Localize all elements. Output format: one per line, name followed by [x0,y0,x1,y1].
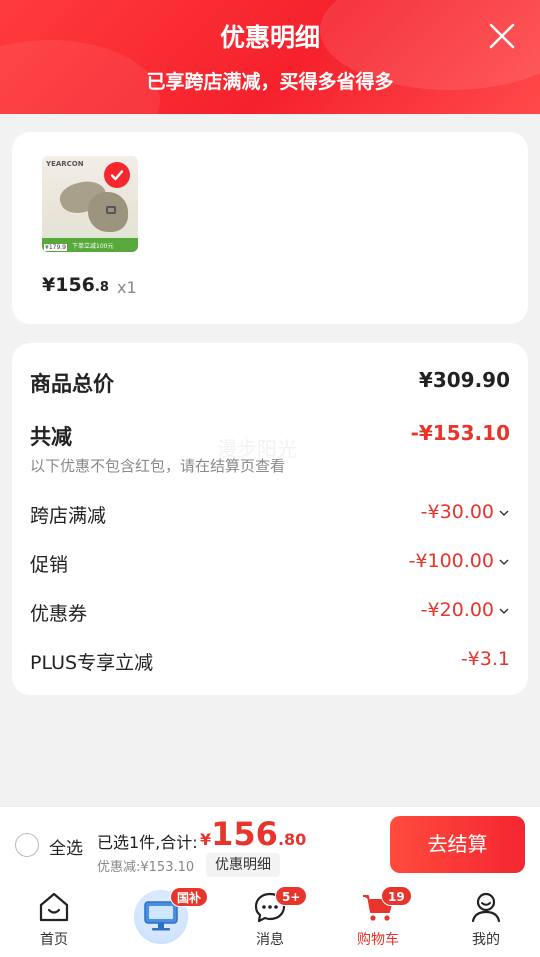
tab-gov-subsidy[interactable]: 国补 [116,882,216,957]
tab-label: 我的 [472,932,500,948]
image-price-tag: ¥179.9 [44,244,67,251]
discount-row-plus: PLUS专享立减 -¥3.1 [30,648,510,674]
tab-profile[interactable]: 我的 [441,882,531,957]
discount-value: -¥3.1 [460,648,510,670]
product-card: YEARCON 下单立减100元 ¥179.9 ¥156.8 x1 [12,132,528,324]
discount-value: -¥30.00 [421,501,510,523]
total-reduction-label: 共减 [30,425,72,449]
discount-label: 促销 [30,554,69,576]
total-reduction-value: -¥153.10 [410,421,510,445]
check-icon [110,170,124,181]
total-price-value: ¥309.90 [418,368,510,392]
total-price-row: 商品总价 ¥309.90 [30,368,510,396]
discount-value: -¥20.00 [421,599,510,621]
profile-icon [471,892,501,923]
page-title: 优惠明细 [219,23,320,52]
discount-label: PLUS专享立减 [30,652,154,674]
item-price-int: ¥156 [42,274,95,296]
checkout-bar: 全选 已选1件,合计: ¥156.80 优惠减:¥153.10 优惠明细 去结算 [0,806,540,882]
discount-detail-button[interactable]: 优惠明细 [206,853,280,877]
discount-amount: -¥100.00 [408,550,494,572]
select-all-radio[interactable] [15,833,39,857]
tab-messages[interactable]: 5+ 消息 [225,882,315,957]
discount-value: -¥100.00 [409,550,510,572]
total-amount: ¥156.80 [200,815,306,853]
discount-detail-header: 优惠明细 已享跨店满减，买得多省得多 [0,0,540,114]
tab-label: 消息 [256,932,284,948]
selected-check-badge[interactable] [104,162,130,188]
select-all-label[interactable]: 全选 [49,834,83,859]
cart-badge: 19 [381,886,412,906]
total-price-label: 商品总价 [30,372,114,396]
discount-row-cross-store[interactable]: 跨店满减 -¥30.00 [30,501,510,527]
discount-label: 优惠券 [30,603,88,625]
total-int: 156 [211,815,278,853]
tab-label: 首页 [40,932,68,948]
discount-amount: -¥30.00 [420,501,494,523]
close-icon [489,23,515,49]
total-reduction-row: 共减 -¥153.10 [30,421,510,449]
chevron-down-icon [499,608,509,614]
tab-label: 购物车 [357,932,399,948]
discount-row-coupon[interactable]: 优惠券 -¥20.00 [30,599,510,625]
item-price-dec: .8 [94,280,109,295]
total-currency: ¥ [200,830,212,849]
price-breakdown-card: 商品总价 ¥309.90 漫步阳光 共减 -¥153.10 以下优惠不包含红包，… [12,343,528,695]
item-quantity: x1 [117,278,137,297]
product-brand: YEARCON [46,160,84,168]
item-price: ¥156.8 [42,274,109,296]
bottom-tab-bar: 首页 国补 5+ 消息 19 购物车 我的 [0,882,540,957]
home-icon [39,892,69,922]
checkout-button[interactable]: 去结算 [390,816,525,873]
page-subtitle: 已享跨店满减，买得多省得多 [146,71,394,93]
reduction-note: 以下优惠不包含红包，请在结算页查看 [30,457,286,475]
tab-home[interactable]: 首页 [9,882,99,957]
promo-strip-text: 下单立减100元 [72,243,114,250]
discount-row-promotion[interactable]: 促销 -¥100.00 [30,550,510,576]
discount-summary: 优惠减:¥153.10 [97,860,195,875]
selection-summary: 已选1件,合计: [97,833,198,852]
discount-label: 跨店满减 [30,505,107,527]
chevron-down-icon [499,559,509,565]
shoe-buckle [106,206,116,214]
gov-subsidy-badge: 国补 [170,887,209,907]
total-dec: .80 [277,830,307,849]
tab-cart[interactable]: 19 购物车 [333,882,423,957]
discount-amount: -¥20.00 [420,599,494,621]
close-button[interactable] [488,22,516,50]
message-badge: 5+ [275,886,308,906]
chevron-down-icon [499,510,509,516]
